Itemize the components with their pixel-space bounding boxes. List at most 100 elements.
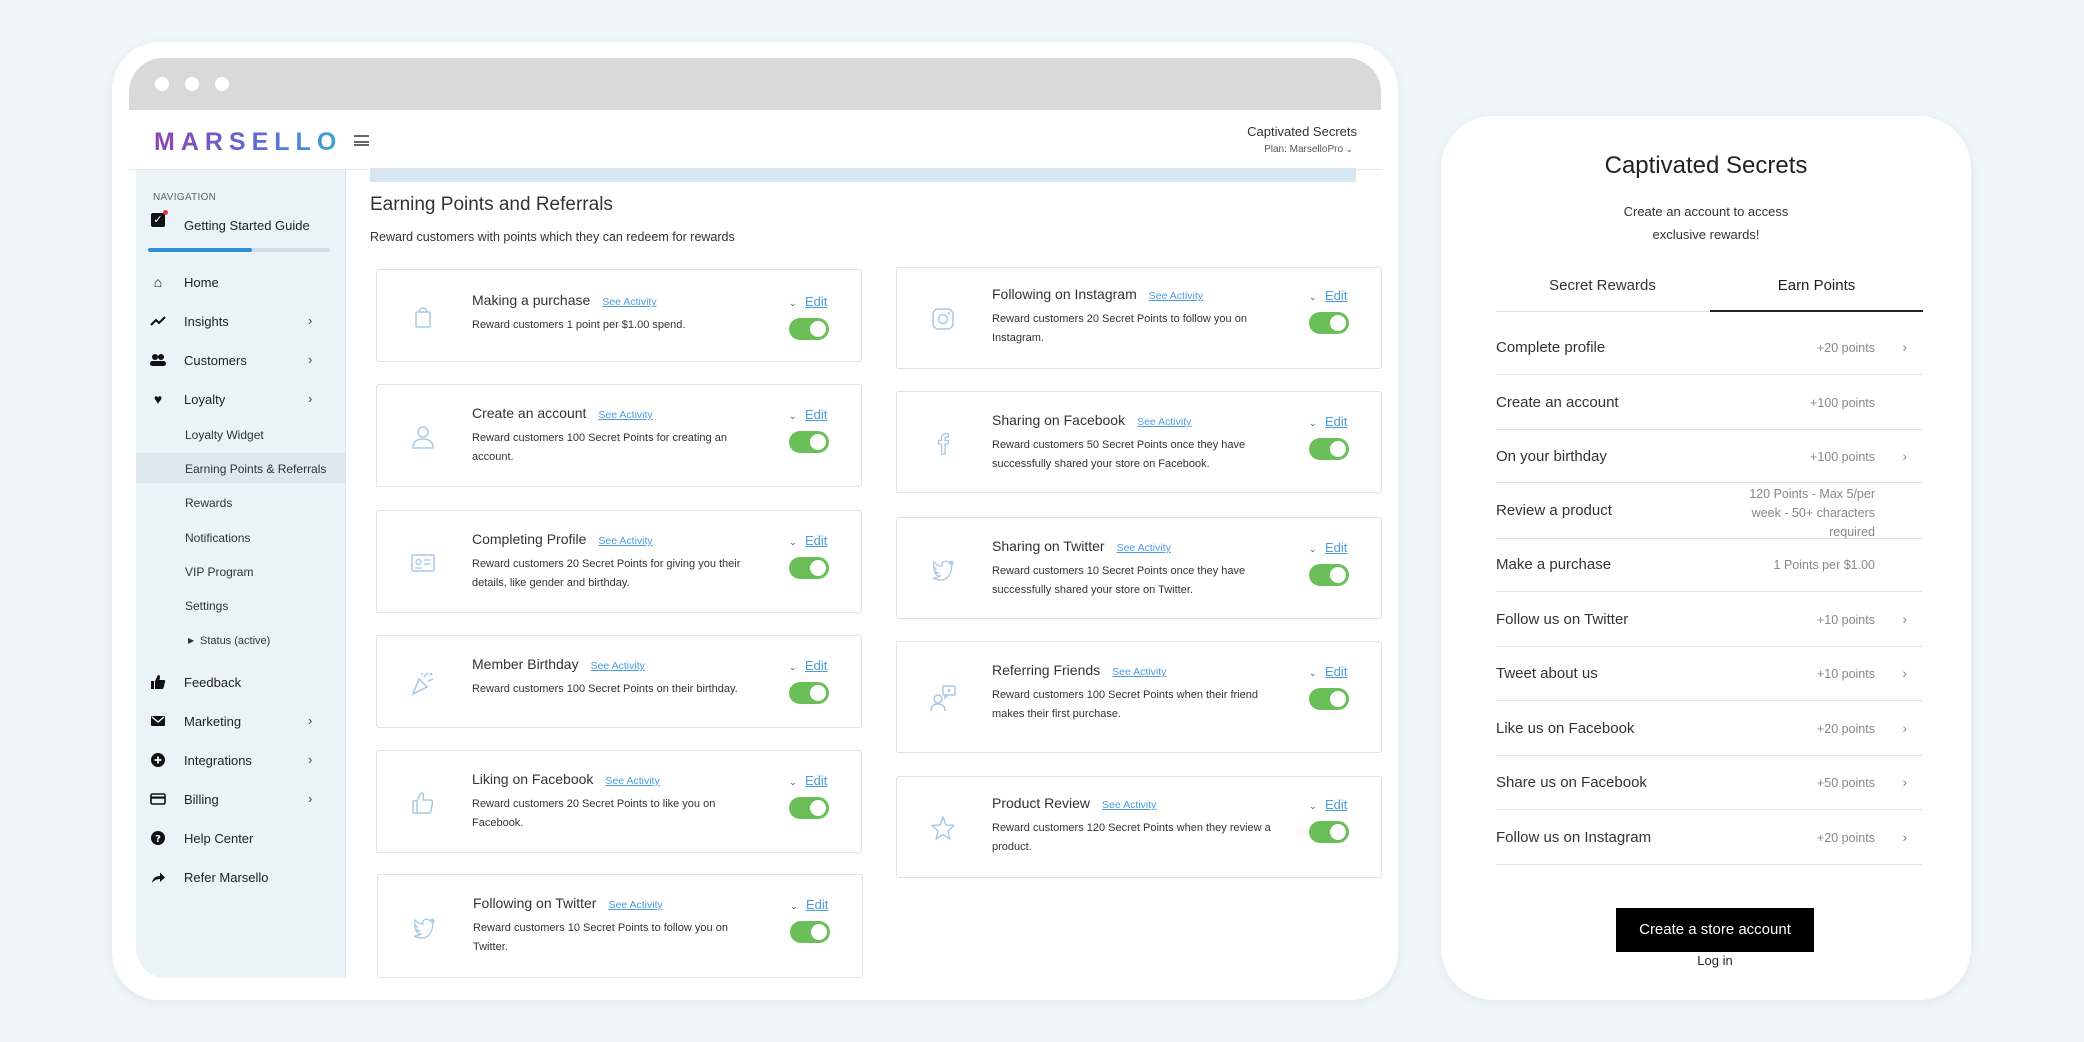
earn-row-label: Share us on Facebook [1496, 774, 1647, 791]
sidebar-subitem-loyalty-widget[interactable]: Loyalty Widget [136, 419, 346, 449]
rule-description: Reward customers 100 Secret Points for c… [472, 432, 727, 463]
chevron-right-icon[interactable]: › [1902, 774, 1907, 790]
sidebar-item-home[interactable]: ⌂ Home [136, 267, 346, 297]
see-activity-link[interactable]: See Activity [598, 409, 652, 421]
enable-toggle[interactable] [789, 797, 829, 819]
see-activity-link[interactable]: See Activity [605, 775, 659, 787]
chevron-down-icon[interactable]: ⌄ [1309, 668, 1317, 679]
sidebar-item-marketing[interactable]: Marketing › [136, 706, 346, 736]
earn-row-points: +50 points [1816, 776, 1875, 790]
hamburger-menu-icon[interactable] [354, 135, 369, 146]
getting-started-progress [148, 248, 330, 252]
edit-link[interactable]: Edit [805, 407, 827, 422]
enable-toggle[interactable] [1309, 312, 1349, 334]
edit-link[interactable]: Edit [1325, 664, 1347, 679]
edit-link[interactable]: Edit [805, 658, 827, 673]
edit-link[interactable]: Edit [806, 897, 828, 912]
see-activity-link[interactable]: See Activity [602, 296, 656, 308]
login-link[interactable]: Log in [1441, 953, 1989, 968]
enable-toggle[interactable] [789, 431, 829, 453]
see-activity-link[interactable]: See Activity [608, 899, 662, 911]
earning-rule-card: Sharing on Twitter See Activity Reward cus… [896, 517, 1382, 619]
chevron-down-icon[interactable]: ⌄ [789, 537, 797, 548]
party-popper-icon [409, 669, 437, 697]
edit-link[interactable]: Edit [805, 533, 827, 548]
chevron-right-icon[interactable]: › [1902, 611, 1907, 627]
see-activity-link[interactable]: See Activity [1112, 666, 1166, 678]
store-name[interactable]: Captivated Secrets [1247, 124, 1357, 139]
see-activity-link[interactable]: See Activity [591, 660, 645, 672]
thumbs-up-icon [150, 674, 166, 690]
create-store-account-button[interactable]: Create a store account [1616, 908, 1814, 952]
chevron-down-icon[interactable]: ⌄ [1309, 418, 1317, 429]
sidebar-subitem-notifications[interactable]: Notifications [136, 522, 346, 552]
rule-title: Sharing on Twitter [992, 538, 1105, 554]
sidebar-subitem-label: Status (active) [200, 635, 271, 647]
tab-secret-rewards[interactable]: Secret Rewards [1496, 272, 1709, 312]
enable-toggle[interactable] [790, 921, 830, 943]
earn-points-row[interactable]: Complete profile +20 points › [1496, 321, 1923, 375]
chevron-right-icon[interactable]: › [1902, 448, 1907, 464]
sidebar-item-customers[interactable]: Customers › [136, 345, 346, 375]
edit-link[interactable]: Edit [1325, 414, 1347, 429]
enable-toggle[interactable] [1309, 438, 1349, 460]
sidebar-item-billing[interactable]: Billing › [136, 784, 346, 814]
mail-icon [150, 713, 166, 729]
rule-title: Following on Twitter [473, 895, 597, 911]
sidebar-item-help[interactable]: ? Help Center [136, 823, 346, 853]
sidebar-subitem-settings[interactable]: Settings [136, 590, 346, 620]
edit-link[interactable]: Edit [805, 773, 827, 788]
sidebar-subitem-vip[interactable]: VIP Program [136, 556, 346, 586]
see-activity-link[interactable]: See Activity [1117, 542, 1171, 554]
chevron-down-icon[interactable]: ⌄ [1309, 544, 1317, 555]
marsello-logo[interactable]: MARSELLO [154, 128, 342, 157]
sidebar-item-getting-started[interactable]: ✓ Getting Started Guide [136, 210, 346, 240]
chevron-down-icon[interactable]: ⌄ [790, 901, 798, 912]
chevron-right-icon[interactable]: › [1902, 665, 1907, 681]
enable-toggle[interactable] [1309, 688, 1349, 710]
chevron-down-icon[interactable]: ⌄ [789, 298, 797, 309]
chevron-down-icon[interactable]: ⌄ [1309, 801, 1317, 812]
earn-points-row[interactable]: Follow us on Instagram +20 points › [1496, 810, 1923, 865]
earn-points-row[interactable]: Tweet about us +10 points › [1496, 647, 1923, 701]
sidebar-item-feedback[interactable]: Feedback [136, 667, 346, 697]
edit-link[interactable]: Edit [1325, 540, 1347, 555]
earn-points-row[interactable]: Share us on Facebook +50 points › [1496, 756, 1923, 810]
earn-points-row[interactable]: On your birthday +100 points › [1496, 430, 1923, 483]
sidebar-item-refer[interactable]: Refer Marsello [136, 862, 346, 892]
edit-link[interactable]: Edit [1325, 288, 1347, 303]
chevron-down-icon[interactable]: ⌄ [1309, 292, 1317, 303]
see-activity-link[interactable]: See Activity [1102, 799, 1156, 811]
sidebar-item-loyalty[interactable]: ♥ Loyalty › [136, 384, 346, 414]
sidebar-item-insights[interactable]: Insights › [136, 306, 346, 336]
chevron-down-icon[interactable]: ⌄ [789, 411, 797, 422]
help-circle-icon: ? [150, 830, 166, 846]
edit-link[interactable]: Edit [805, 294, 827, 309]
sidebar-subitem-status[interactable]: ▶ Status (active) [136, 625, 346, 655]
tab-earn-points[interactable]: Earn Points [1710, 272, 1923, 312]
sidebar-subitem-earning-points[interactable]: Earning Points & Referrals [136, 453, 346, 483]
earn-row-label: On your birthday [1496, 448, 1607, 465]
enable-toggle[interactable] [789, 682, 829, 704]
see-activity-link[interactable]: See Activity [598, 535, 652, 547]
chevron-right-icon[interactable]: › [1902, 339, 1907, 355]
chevron-down-icon[interactable]: ⌄ [789, 662, 797, 673]
see-activity-link[interactable]: See Activity [1149, 290, 1203, 302]
enable-toggle[interactable] [789, 557, 829, 579]
sidebar-subitem-rewards[interactable]: Rewards [136, 487, 346, 517]
chevron-right-icon[interactable]: › [1902, 829, 1907, 845]
sidebar-item-integrations[interactable]: Integrations › [136, 745, 346, 775]
edit-link[interactable]: Edit [1325, 797, 1347, 812]
enable-toggle[interactable] [1309, 564, 1349, 586]
window-dot [185, 77, 199, 91]
chevron-right-icon[interactable]: › [1902, 720, 1907, 736]
earn-points-row[interactable]: Follow us on Twitter +10 points › [1496, 592, 1923, 647]
see-activity-link[interactable]: See Activity [1137, 416, 1191, 428]
chevron-down-icon[interactable]: ⌄ [789, 777, 797, 788]
rule-title: Member Birthday [472, 656, 579, 672]
earn-points-row[interactable]: Like us on Facebook +20 points › [1496, 701, 1923, 756]
plan-selector[interactable]: Plan: MarselloPro [1264, 144, 1343, 155]
enable-toggle[interactable] [1309, 821, 1349, 843]
chevron-down-icon[interactable]: ⌄ [1345, 144, 1353, 155]
enable-toggle[interactable] [789, 318, 829, 340]
